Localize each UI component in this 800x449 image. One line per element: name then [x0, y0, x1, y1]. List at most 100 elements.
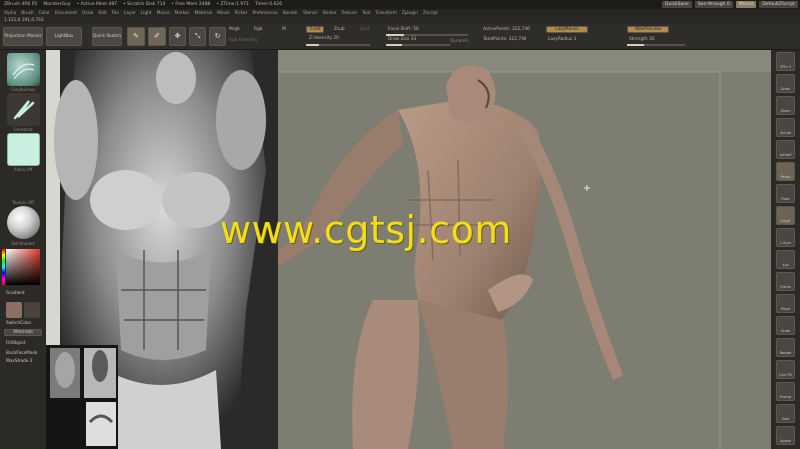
strength-slider[interactable]: Strength 30 [629, 37, 654, 42]
menu-draw[interactable]: Draw [82, 11, 93, 16]
draw-button[interactable]: ✐ [148, 27, 166, 46]
menu-texture[interactable]: Texture [341, 11, 357, 16]
z-intensity-track[interactable] [306, 44, 370, 46]
default-zscript-button[interactable]: DefaultZScript [759, 1, 798, 8]
menu-marker[interactable]: Marker [175, 11, 190, 16]
zadd-button[interactable]: Zadd [306, 26, 324, 33]
spix-button[interactable]: SPix 3 [776, 52, 795, 71]
material-selector[interactable] [7, 206, 40, 239]
scroll-button[interactable]: Scroll [776, 74, 795, 93]
local-button[interactable]: Local [776, 206, 795, 225]
see-through-slider[interactable]: See-through 0 [694, 1, 733, 8]
rotate-view-button[interactable]: Rotate [776, 338, 795, 357]
xyz-button[interactable]: Xyz [776, 250, 795, 269]
draw-size-fill [386, 44, 402, 46]
draw-size-value: 33 [410, 37, 417, 42]
draw-size-track[interactable] [386, 44, 450, 46]
edit-button[interactable]: ✎ [127, 27, 145, 46]
menu-edit[interactable]: Edit [98, 11, 106, 16]
maxshade-slider[interactable]: MaxShade 2 [6, 359, 32, 364]
menu-zscript[interactable]: Zscript [423, 11, 438, 16]
gradient-toggle[interactable]: Gradient [6, 291, 25, 296]
menu-alpha[interactable]: Alpha [4, 11, 16, 16]
z-intensity-label: Z Intensity [309, 36, 333, 41]
menu-document[interactable]: Document [55, 11, 77, 16]
menu-stroke[interactable]: Stroke [323, 11, 337, 16]
menu-zplugin[interactable]: Zplugin [402, 11, 418, 16]
focal-shift-value: -56 [411, 27, 419, 32]
frame-button[interactable]: Frame [776, 272, 795, 291]
menu-tool[interactable]: Tool [362, 11, 370, 16]
m-toggle[interactable]: M [282, 27, 286, 32]
left-tray: ClayBuildup FreeHand Alpha Off Texture O… [0, 50, 46, 449]
strength-label: Strength [629, 37, 648, 42]
strength-track[interactable] [627, 44, 685, 46]
rotate-button[interactable]: ↻ [209, 27, 226, 46]
menu-transform[interactable]: Transform [375, 11, 396, 16]
zcut-button[interactable]: Zcut [360, 27, 370, 32]
menu-color[interactable]: Color [39, 11, 50, 16]
zoom-button[interactable]: Zoom [776, 96, 795, 115]
lsym-label: L.Sym [780, 241, 791, 245]
menu-preferences[interactable]: Preferences [252, 11, 277, 16]
draw-size-slider[interactable]: Draw Size 33 [388, 37, 416, 42]
brush-label: ClayBuildup [11, 87, 35, 92]
menu-picker[interactable]: Picker [235, 11, 248, 16]
actual-button[interactable]: Actual [776, 118, 795, 137]
lazy-mouse-button[interactable]: LazyMouse [546, 26, 588, 33]
quicksave-button[interactable]: QuickSave [661, 1, 692, 8]
stroke-selector[interactable] [7, 93, 40, 126]
menu-layer[interactable]: Layer [124, 11, 136, 16]
floor-button[interactable]: Floor [776, 184, 795, 203]
dynamic-toggle[interactable]: Dynamic [450, 39, 469, 44]
lazy-radius-slider[interactable]: LazyRadius 1 [548, 37, 576, 42]
menu-macro[interactable]: Macro [157, 11, 170, 16]
stroke-label: FreeHand [13, 127, 33, 132]
alternate-button[interactable]: Alternate [4, 329, 42, 336]
projection-master-button[interactable]: Projection Master [3, 27, 43, 46]
mrgb-toggle[interactable]: Mrgb [229, 27, 240, 32]
move-view-button[interactable]: Move [776, 294, 795, 313]
secondary-color-swatch[interactable] [24, 302, 40, 318]
backface-mask-toggle[interactable]: BackFaceMask [6, 351, 37, 356]
move-button[interactable]: ✥ [169, 27, 186, 46]
persp-button[interactable]: Persp [776, 162, 795, 181]
quick-sketch-button[interactable]: Quick Sketch [92, 27, 122, 46]
main-color-swatch[interactable] [6, 302, 22, 318]
menu-movie[interactable]: Movie [217, 11, 230, 16]
lsym-button[interactable]: L.Sym [776, 228, 795, 247]
see-through-value: 0 [726, 2, 730, 7]
color-picker[interactable] [6, 249, 40, 285]
scale-view-button[interactable]: Scale [776, 316, 795, 335]
lazy-radius-value: 1 [573, 37, 577, 42]
lightbox-button[interactable]: LightBox [46, 27, 82, 46]
watermark-text: www.cgtsj.com [220, 208, 512, 252]
switch-color-button[interactable]: SwitchColor [6, 321, 31, 326]
menu-brush[interactable]: Brush [21, 11, 33, 16]
polyframe-button[interactable]: Line Fill [776, 360, 795, 379]
menu-file[interactable]: File [112, 11, 119, 16]
fill-object-button[interactable]: FillObject [6, 341, 26, 346]
right-tray: SPix 3 Scroll Zoom Actual AAHalf Persp F… [771, 50, 800, 449]
menu-render[interactable]: Render [283, 11, 298, 16]
hue-strip[interactable] [2, 249, 5, 285]
focal-shift-slider[interactable]: Focal Shift -56 [388, 27, 419, 32]
z-intensity-slider[interactable]: Z Intensity 20 [309, 36, 339, 41]
transp-button[interactable]: Transp [776, 382, 795, 401]
menu-material[interactable]: Material [194, 11, 211, 16]
menu-light[interactable]: Light [141, 11, 152, 16]
zsub-button[interactable]: Zsub [334, 27, 345, 32]
focal-shift-track[interactable] [386, 34, 468, 36]
menus-button[interactable]: Menus [735, 1, 757, 8]
xpose-button[interactable]: Xpose [776, 426, 795, 445]
alpha-selector[interactable] [7, 133, 40, 166]
aahalf-button[interactable]: AAHalf [776, 140, 795, 159]
scale-button[interactable]: ⤡ [189, 27, 206, 46]
title-bar-controls: QuickSave See-through 0 Menus DefaultZSc… [661, 0, 800, 9]
brush-selector[interactable] [7, 53, 40, 86]
menu-stencil[interactable]: Stencil [303, 11, 318, 16]
wax-preview-button[interactable]: WaxPreview [627, 26, 669, 33]
solo-button[interactable]: Solo [776, 404, 795, 423]
rgb-toggle[interactable]: Rgb [254, 27, 262, 32]
solo-label: Solo [781, 417, 790, 421]
